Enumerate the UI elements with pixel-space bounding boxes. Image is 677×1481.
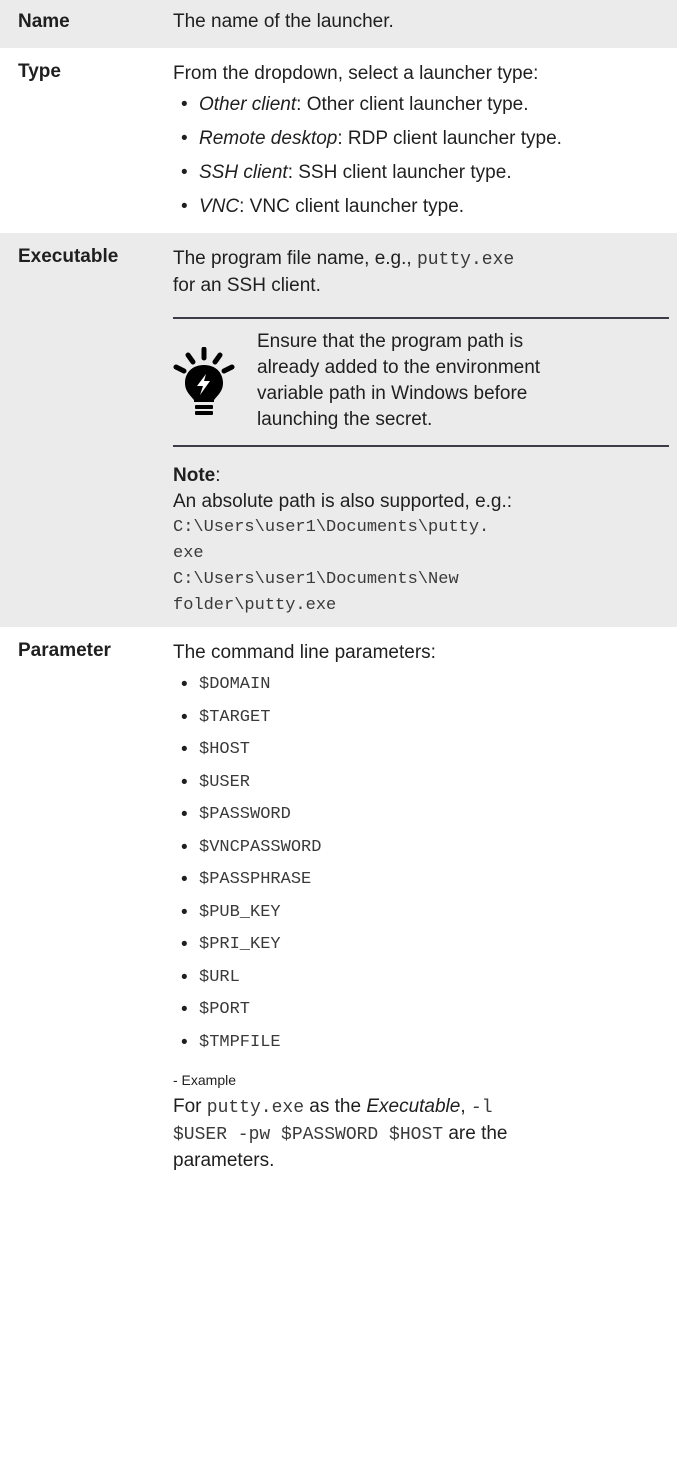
code-path-line: exe [173, 544, 204, 563]
type-term: Remote desktop [199, 128, 338, 149]
list-item: • $TMPFILE [173, 1032, 669, 1065]
parameter-name: $PORT [199, 1000, 251, 1019]
parameter-name: $PASSWORD [199, 805, 291, 824]
parameter-name: $DOMAIN [199, 675, 271, 694]
example-paragraph: For putty.exe as the Executable, -l $USE… [173, 1094, 669, 1174]
parameter-name: $PASSPHRASE [199, 870, 312, 889]
row-key: Type [18, 61, 61, 82]
example-text: parameters. [173, 1150, 275, 1171]
bullet-icon: • [181, 901, 188, 923]
list-item: • $PRI_KEY [173, 934, 669, 967]
example-text: are the [443, 1123, 508, 1144]
table-row-type: Type From the dropdown, select a launche… [0, 48, 677, 233]
row-key: Name [0, 0, 173, 48]
table-row-executable: Executable The program file name, e.g., … [0, 233, 677, 627]
list-item: • Remote desktop: RDP client launcher typ… [173, 125, 669, 152]
row-key: Parameter [18, 640, 111, 661]
code-filename: putty.exe [416, 250, 515, 270]
list-item: • Other client: Other client launcher typ… [173, 91, 669, 118]
bullet-icon: • [181, 674, 188, 695]
bullet-icon: • [181, 162, 188, 183]
row-description: The program file name, e.g., putty.exe f… [173, 233, 677, 627]
code-path-line: C:\Users\user1\Documents\putty. [173, 518, 490, 537]
lightbulb-icon [173, 329, 257, 433]
desc-text: for an SSH client. [173, 275, 321, 296]
list-item: • $DOMAIN [173, 674, 669, 707]
example-text: as the [304, 1096, 367, 1117]
tip-text: Ensure that the program path is already … [257, 331, 541, 430]
row-description: The command line parameters: • $DOMAIN • $… [173, 627, 677, 1186]
type-term: SSH client [199, 162, 288, 183]
list-item: • $HOST [173, 739, 669, 772]
list-item: • $PASSWORD [173, 804, 669, 837]
list-item: • SSH client: SSH client launcher type. [173, 159, 669, 186]
type-desc: : VNC client launcher type. [239, 196, 465, 217]
bullet-icon: • [181, 1031, 188, 1053]
launcher-parameters-table: Name The name of the launcher. Type From… [0, 0, 677, 1186]
bullet-icon: • [181, 196, 188, 217]
list-item: • $URL [173, 967, 669, 1000]
parameter-name: $PRI_KEY [199, 935, 281, 954]
parameter-name: $PUB_KEY [199, 902, 281, 922]
note-title: Note [173, 465, 216, 486]
launcher-type-list: • Other client: Other client launcher typ… [173, 91, 669, 220]
note-colon: : [215, 465, 221, 486]
code-parameters: -l [470, 1098, 493, 1118]
bullet-icon: • [181, 804, 188, 825]
type-desc: : RDP client launcher type. [337, 128, 562, 149]
note-heading: Note: [173, 463, 669, 489]
code-parameters: $USER -pw $PASSWORD $HOST [173, 1125, 444, 1145]
parameter-name: $URL [199, 967, 240, 987]
executable-desc: The program file name, e.g., putty.exe f… [173, 246, 669, 299]
code-filename: putty.exe [206, 1098, 304, 1118]
type-desc: : SSH client launcher type. [287, 162, 512, 183]
type-term: VNC [199, 196, 240, 217]
parameter-intro: The command line parameters: [173, 642, 436, 663]
example-emphasis: Executable [366, 1096, 461, 1117]
parameter-name: $TARGET [199, 707, 271, 727]
parameter-name: $USER [199, 772, 251, 792]
table-row-name: Name The name of the launcher. [0, 0, 677, 48]
bullet-icon: • [181, 739, 188, 760]
parameter-name: $HOST [199, 740, 251, 759]
parameter-list: • $DOMAIN • $TARGET • $HOST • $USER • $PASSWO… [173, 674, 669, 1064]
bullet-icon: • [181, 771, 188, 793]
bullet-icon: • [181, 706, 188, 728]
bullet-icon: • [181, 128, 188, 149]
table-row-parameter: Parameter The command line parameters: •… [0, 627, 677, 1186]
bullet-icon: • [181, 999, 188, 1020]
desc-text: The program file name, e.g., [173, 248, 417, 269]
list-item: • $PASSPHRASE [173, 869, 669, 902]
row-description: From the dropdown, select a launcher typ… [173, 48, 677, 233]
type-desc: : Other client launcher type. [296, 94, 529, 115]
row-description: The name of the launcher. [173, 0, 677, 48]
parameter-name: $TMPFILE [199, 1032, 281, 1052]
row-key: Executable [0, 233, 173, 627]
list-item: • $VNCPASSWORD [173, 837, 669, 870]
code-path-line: folder\putty.exe [173, 596, 337, 615]
bullet-icon: • [181, 869, 188, 890]
list-item: • $TARGET [173, 707, 669, 740]
list-item: • VNC: VNC client launcher type. [173, 193, 669, 220]
type-intro: From the dropdown, select a launcher typ… [173, 63, 539, 84]
code-path-line: C:\Users\user1\Documents\New [173, 570, 459, 589]
type-term: Other client [199, 94, 297, 115]
bullet-icon: • [181, 934, 188, 955]
note-text: An absolute path is also supported, e.g.… [173, 491, 513, 512]
bullet-icon: • [181, 836, 188, 858]
list-item: • $PUB_KEY [173, 902, 669, 935]
tip-box: Ensure that the program path is already … [173, 317, 669, 447]
list-item: • $PORT [173, 999, 669, 1032]
example-text: , [460, 1096, 471, 1117]
list-item: • $USER [173, 772, 669, 805]
example-label: - Example [173, 1072, 237, 1088]
example-text: For [173, 1096, 207, 1117]
bullet-icon: • [181, 966, 188, 988]
parameter-name: $VNCPASSWORD [199, 837, 322, 857]
bullet-icon: • [181, 94, 188, 115]
